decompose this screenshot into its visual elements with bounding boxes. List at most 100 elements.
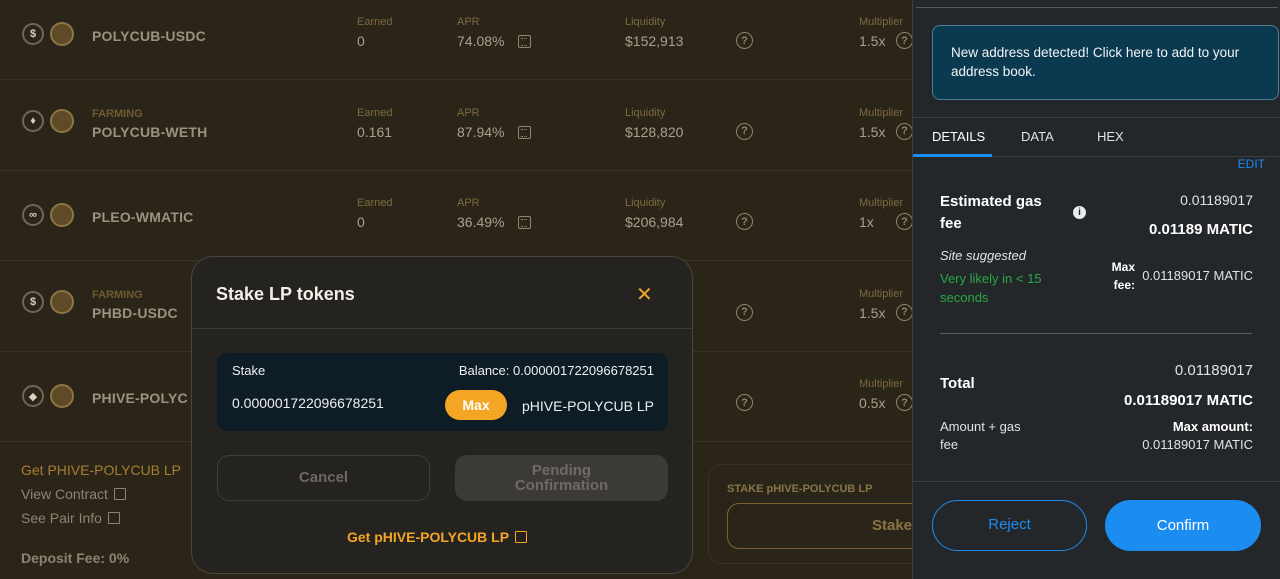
multiplier-value: 1.5x [859, 33, 886, 49]
multiplier-value: 1.5x [859, 304, 886, 321]
farm-row[interactable]: $ POLYCUB-USDC Earned 0 APR 74.08% Liquidity $1… [0, 0, 913, 80]
token-icon: $ [22, 290, 44, 313]
gas-label: Estimated gas [940, 193, 1042, 210]
multiplier-help-icon[interactable]: ? [896, 213, 913, 230]
likely-label: Very likely in < 15 [940, 271, 1042, 286]
multiplier-label: Multiplier [859, 197, 904, 209]
token-pair-icons: ♦ [22, 108, 74, 133]
active-tab-underline [913, 154, 992, 157]
stake-button[interactable]: Stake [727, 503, 927, 549]
stake-modal: Stake LP tokens ✕ Stake Balance: 0.00000… [191, 256, 693, 574]
multiplier-help-icon[interactable]: ? [896, 394, 913, 411]
balance-label: Balance: 0.000001722096678251 [458, 363, 654, 378]
modal-header: Stake LP tokens ✕ [192, 257, 692, 329]
edit-link[interactable]: EDIT [1238, 157, 1265, 171]
multiplier-help-icon[interactable]: ? [896, 122, 913, 140]
tab-hex[interactable]: HEX [1097, 129, 1124, 144]
external-link-icon [107, 512, 120, 524]
total-value: 0.01189017 MATIC [1124, 392, 1253, 409]
help-icon[interactable]: ? [736, 394, 753, 411]
apr-value: 87.94% [457, 124, 532, 140]
popup-footer: Reject Confirm [913, 481, 1280, 579]
likely-label-2: seconds [940, 290, 989, 305]
total-label: Total [940, 375, 975, 392]
stake-box: STAKE pHIVE-POLYCUB LP Stake [708, 464, 928, 564]
earned-value: 0 [357, 214, 365, 230]
liquidity-label: Liquidity [625, 106, 666, 119]
liquidity-label: Liquidity [625, 16, 666, 28]
calculator-icon[interactable] [518, 35, 532, 48]
view-contract-link[interactable]: View Contract [21, 486, 126, 502]
stake-box-label: STAKE pHIVE-POLYCUB LP [727, 483, 873, 495]
divider [940, 333, 1252, 334]
apr-label: APR [457, 106, 480, 119]
farm-row[interactable]: ∞ PLEO-WMATIC Earned 0 APR 36.49% Liquidity $20… [0, 171, 913, 261]
close-icon[interactable]: ✕ [636, 282, 653, 307]
multiplier-label: Multiplier [859, 16, 904, 28]
amount-gas-label-2: fee [940, 437, 959, 452]
metamask-popup: New address detected! Click here to add … [912, 0, 1280, 579]
farming-tag: FARMING [92, 107, 143, 120]
farm-name: PHIVE-POLYC [92, 390, 188, 406]
pending-label: Pending [531, 462, 592, 479]
help-icon[interactable]: ? [736, 122, 753, 140]
help-icon[interactable]: ? [736, 213, 753, 230]
info-icon[interactable]: i [1073, 206, 1086, 219]
help-icon[interactable]: ? [736, 303, 753, 321]
stake-amount-input[interactable]: 0.000001722096678251 [232, 395, 384, 411]
new-address-notice[interactable]: New address detected! Click here to add … [932, 25, 1279, 100]
polycub-token-icon [50, 203, 74, 227]
earned-label: Earned [357, 16, 393, 28]
earned-value: 0 [357, 33, 365, 49]
multiplier-help-icon[interactable]: ? [896, 32, 913, 49]
multiplier-label: Multiplier [859, 287, 904, 300]
help-icon[interactable]: ? [736, 32, 753, 49]
apr-value: 74.08% [457, 33, 532, 49]
polycub-token-icon [50, 289, 74, 314]
confirmation-label: Confirmation [514, 477, 609, 494]
max-fee-label: Max [1111, 260, 1135, 274]
multiplier-value: 0.5x [859, 395, 886, 411]
see-pair-info-link[interactable]: See Pair Info [21, 510, 120, 526]
multiplier-label: Multiplier [859, 106, 904, 119]
popup-top-edge [916, 0, 1278, 8]
polycub-token-icon [50, 108, 74, 133]
multiplier-value: 1.5x [859, 123, 886, 140]
gas-value-small: 0.01189017 [1180, 192, 1253, 208]
max-amount-value: 0.01189017 MATIC [1142, 437, 1253, 452]
calculator-icon[interactable] [518, 125, 532, 139]
token-icon: ♦ [22, 109, 44, 132]
earned-label: Earned [357, 197, 393, 209]
farming-tag: FARMING [92, 288, 143, 301]
gas-value: 0.01189 MATIC [1149, 221, 1253, 238]
max-button[interactable]: Max [445, 390, 507, 420]
token-pair-icons: ◆ [22, 384, 74, 408]
earned-value: 0.161 [357, 123, 393, 140]
token-icon: $ [22, 23, 44, 45]
get-lp-modal-link[interactable]: Get pHIVE-POLYCUB LP [347, 529, 528, 545]
earned-label: Earned [357, 106, 393, 119]
max-fee-value: 0.01189017 MATIC [1142, 268, 1253, 283]
reject-button[interactable]: Reject [932, 500, 1087, 551]
farm-row[interactable]: ♦ FARMING POLYCUB-WETH Earned 0.161 APR 87.94%… [0, 81, 913, 171]
liquidity-value: $152,913 [625, 33, 684, 49]
apr-value: 36.49% [457, 214, 532, 230]
token-icon: ◆ [22, 385, 44, 407]
multiplier-help-icon[interactable]: ? [896, 303, 913, 321]
modal-title: Stake LP tokens [216, 284, 355, 304]
farm-name: PHBD-USDC [92, 304, 178, 321]
multiplier-label: Multiplier [859, 378, 904, 390]
cancel-button[interactable]: Cancel [217, 455, 430, 501]
max-fee-label-2: fee: [1113, 278, 1135, 292]
pending-confirmation-button[interactable]: Pending Confirmation [455, 455, 668, 501]
get-lp-link[interactable]: Get PHIVE-POLYCUB LP [21, 462, 181, 478]
confirm-button[interactable]: Confirm [1105, 500, 1261, 551]
tab-data[interactable]: DATA [1021, 129, 1054, 144]
lp-token-label: pHIVE-POLYCUB LP [521, 398, 654, 414]
calculator-icon[interactable] [518, 216, 532, 229]
stake-label: Stake [232, 363, 266, 378]
details-tabs: DETAILS DATA HEX [913, 117, 1280, 157]
tab-details[interactable]: DETAILS [932, 129, 985, 144]
liquidity-value: $128,820 [625, 123, 684, 140]
stake-input-panel: Stake Balance: 0.000001722096678251 0.00… [217, 353, 668, 431]
